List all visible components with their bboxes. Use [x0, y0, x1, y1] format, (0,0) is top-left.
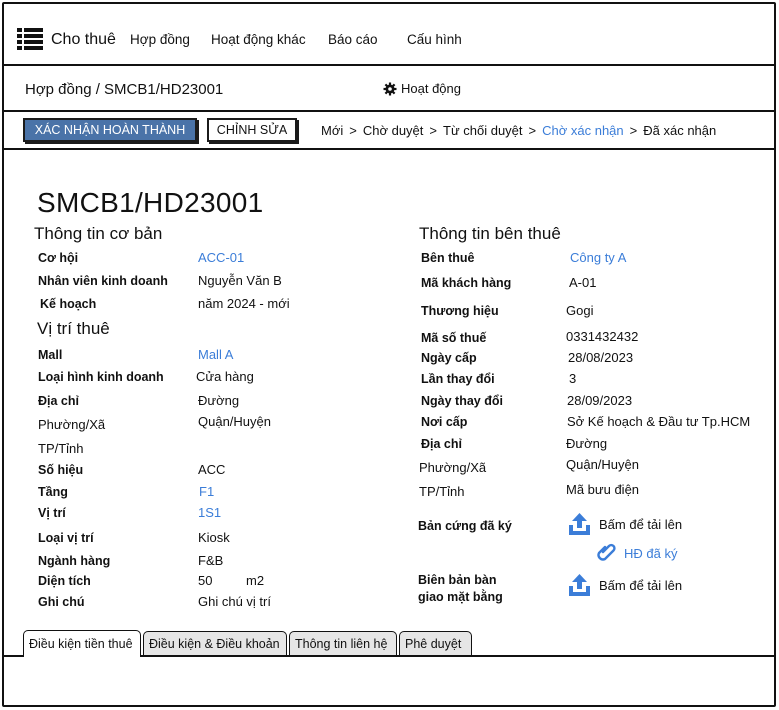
- upload-handover-label: Bấm để tải lên: [599, 577, 683, 593]
- status-step-rejected[interactable]: Từ chối duyệt: [443, 123, 523, 138]
- tenant-district: Quận/Huyện: [566, 457, 639, 472]
- position-type-value: Kiosk: [198, 530, 230, 545]
- floor-label: Tầng: [38, 485, 68, 499]
- subheader-divider: [2, 110, 776, 112]
- edit-button[interactable]: CHỈNH SỬA: [207, 118, 297, 142]
- tenant-value[interactable]: Công ty A: [570, 250, 626, 265]
- tab-rent-terms[interactable]: Điều kiện tiền thuê: [23, 630, 141, 657]
- upload-signed-label: Bấm để tải lên: [599, 516, 683, 532]
- area-value: 50: [198, 573, 213, 588]
- upload-icon: [568, 573, 591, 597]
- status-step-pending[interactable]: Chờ duyệt: [363, 123, 424, 138]
- handover-label-line2: giao mặt bằng: [418, 590, 503, 604]
- tenant-address-label: Địa chỉ: [421, 437, 462, 451]
- nav-item-contracts[interactable]: Hợp đồng: [130, 32, 190, 47]
- nav-item-other-activities[interactable]: Hoạt động khác: [211, 32, 306, 47]
- area-label: Diện tích: [38, 574, 91, 588]
- upload-handover-button[interactable]: Bấm để tải lên: [568, 573, 682, 597]
- activity-button[interactable]: Hoạt động: [383, 81, 461, 96]
- contract-title: SMCB1/HD23001: [37, 187, 264, 218]
- tax-label: Mã số thuế: [421, 331, 487, 345]
- issuer-label: Nơi cấp: [421, 415, 468, 429]
- plan-value: năm 2024 - mới: [198, 296, 290, 311]
- menu-icon[interactable]: [17, 28, 43, 50]
- position-value[interactable]: 1S1: [198, 505, 221, 520]
- chevron-right-icon: >: [429, 123, 437, 138]
- upload-icon: [568, 512, 591, 536]
- plan-label: Kế hoạch: [40, 297, 97, 311]
- category-value: F&B: [198, 553, 224, 568]
- chevron-right-icon: >: [349, 123, 357, 138]
- issue-date-value: 28/08/2023: [568, 350, 634, 365]
- location-ward: Phường/Xã: [38, 417, 106, 432]
- nav-item-reports[interactable]: Báo cáo: [328, 32, 378, 47]
- customer-code-value: A-01: [569, 275, 597, 290]
- sales-value: Nguyễn Văn B: [198, 273, 282, 288]
- opportunity-label: Cơ hội: [38, 251, 79, 265]
- business-type-value: Cửa hàng: [196, 369, 254, 384]
- gear-icon: [383, 82, 397, 96]
- position-label: Vị trí: [38, 506, 66, 520]
- status-step-awaiting-confirmation[interactable]: Chờ xác nhận: [542, 123, 624, 138]
- business-type-label: Loại hình kinh doanh: [38, 370, 164, 384]
- change-count-value: 3: [569, 371, 577, 386]
- chevron-right-icon: >: [629, 123, 638, 138]
- confirm-complete-button[interactable]: XÁC NHẬN HOÀN THÀNH: [23, 118, 197, 142]
- upload-signed-button[interactable]: Bấm để tải lên: [568, 512, 682, 536]
- mall-label: Mall: [38, 348, 63, 362]
- tab-contact-info[interactable]: Thông tin liên hệ: [289, 631, 397, 656]
- issuer-value: Sở Kế hoạch & Đầu tư Tp.HCM: [567, 414, 751, 429]
- paperclip-icon: [597, 543, 617, 563]
- location-heading: Vị trí thuê: [37, 319, 110, 338]
- mall-value[interactable]: Mall A: [198, 347, 233, 362]
- status-step-new[interactable]: Mới: [321, 123, 343, 138]
- note-value: Ghi chú vị trí: [198, 594, 271, 609]
- signed-file-label: HĐ đã ký: [624, 545, 678, 561]
- chevron-right-icon: >: [528, 123, 537, 138]
- activity-label: Hoạt động: [401, 81, 461, 96]
- breadcrumb: Hợp đồng / SMCB1/HD23001: [25, 81, 224, 98]
- handover-label-line1: Biên bản bàn: [418, 573, 497, 587]
- issue-date-label: Ngày cấp: [421, 351, 477, 365]
- note-label: Ghi chú: [38, 595, 85, 609]
- tenant-ward: Phường/Xã: [419, 460, 487, 475]
- actions-divider: [2, 148, 776, 150]
- brand-value: Gogi: [566, 303, 594, 318]
- opportunity-value[interactable]: ACC-01: [198, 250, 244, 265]
- tenant-label: Bên thuê: [421, 251, 475, 265]
- category-label: Ngành hàng: [38, 554, 111, 568]
- tab-approval[interactable]: Phê duyệt: [399, 631, 472, 656]
- app-title[interactable]: Cho thuê: [51, 31, 116, 49]
- tenant-street: Đường: [566, 436, 608, 451]
- app-frame: [2, 2, 776, 707]
- tab-terms-conditions[interactable]: Điều kiện & Điều khoản: [143, 631, 287, 656]
- nav-divider: [2, 64, 776, 66]
- location-district: Quận/Huyện: [198, 414, 271, 429]
- area-unit: m2: [246, 573, 265, 588]
- customer-code-label: Mã khách hàng: [421, 276, 512, 290]
- tenant-postal: Mã bưu điện: [566, 482, 640, 497]
- signed-copy-label: Bản cứng đã ký: [418, 519, 512, 533]
- brand-label: Thương hiệu: [421, 304, 499, 318]
- change-count-label: Lần thay đổi: [421, 372, 495, 386]
- number-value: ACC: [198, 462, 226, 477]
- floor-value[interactable]: F1: [199, 484, 214, 499]
- position-type-label: Loại vị trí: [38, 531, 94, 545]
- change-date-label: Ngày thay đổi: [421, 394, 503, 408]
- tenant-heading: Thông tin bên thuê: [419, 224, 561, 243]
- location-province: TP/Tỉnh: [38, 441, 84, 456]
- status-step-confirmed[interactable]: Đã xác nhận: [643, 123, 716, 138]
- location-address-label: Địa chỉ: [38, 394, 79, 408]
- change-date-value: 28/09/2023: [567, 393, 633, 408]
- signed-file-link[interactable]: HĐ đã ký: [597, 543, 677, 563]
- number-label: Số hiệu: [38, 463, 84, 477]
- tenant-province: TP/Tỉnh: [419, 484, 465, 499]
- basic-info-heading: Thông tin cơ bản: [34, 224, 163, 243]
- location-street: Đường: [198, 393, 240, 408]
- nav-item-settings[interactable]: Cấu hình: [407, 32, 462, 47]
- status-steps: Mới > Chờ duyệt > Từ chối duyệt > Chờ xá…: [321, 123, 716, 138]
- tax-value: 0331432432: [566, 329, 639, 344]
- sales-label: Nhân viên kinh doanh: [38, 274, 168, 288]
